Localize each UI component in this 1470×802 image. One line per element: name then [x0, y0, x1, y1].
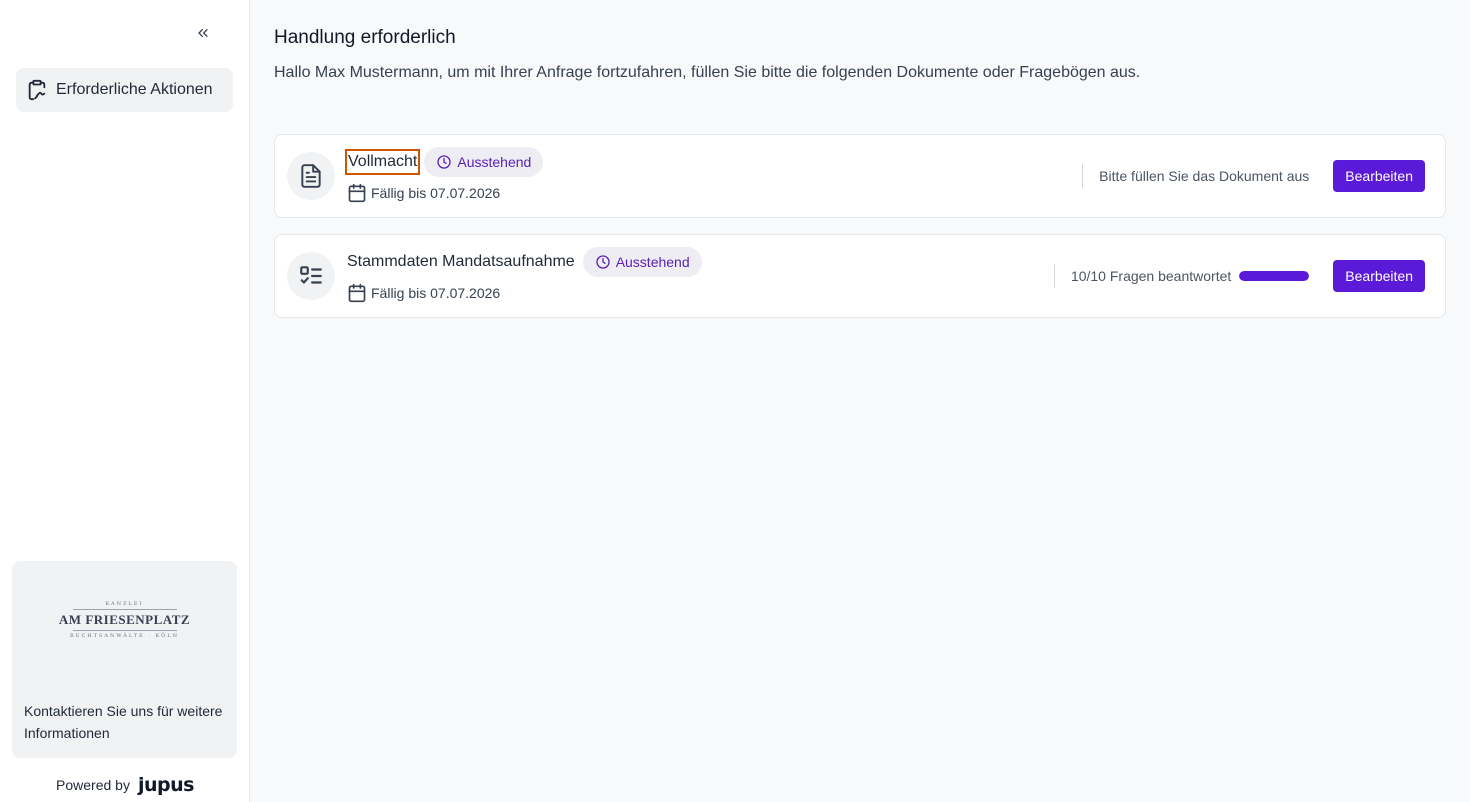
due-date-text: Fällig bis 07.07.2026	[371, 185, 501, 201]
status-badge-label: Ausstehend	[615, 254, 690, 270]
edit-button[interactable]: Bearbeiten	[1333, 160, 1425, 192]
due-date: Fällig bis 07.07.2026	[347, 283, 500, 303]
chevrons-left-icon	[198, 28, 208, 37]
edit-button[interactable]: Bearbeiten	[1333, 260, 1425, 292]
status-badge-label: Ausstehend	[457, 154, 532, 170]
powered-by-label: Powered by	[56, 777, 130, 793]
contact-text: Kontaktieren Sie uns für weitere Informa…	[24, 703, 223, 741]
clock-icon	[437, 155, 452, 169]
document-text-icon	[287, 152, 335, 200]
card-title[interactable]: Vollmacht	[344, 149, 421, 175]
progress-bar	[1239, 271, 1310, 281]
logo-rule	[72, 630, 177, 631]
logo-rule	[72, 609, 177, 610]
card-title[interactable]: Stammdaten Mandatsaufnahme	[347, 253, 575, 271]
sidebar-item-erforderliche-aktionen[interactable]: Erforderliche Aktionen	[16, 68, 233, 112]
jupus-logo[interactable]: jupus	[138, 774, 194, 796]
powered-by: Powered by jupus	[0, 774, 250, 796]
progress-bar-fill	[1239, 271, 1310, 281]
due-date: Fällig bis 07.07.2026	[347, 183, 500, 203]
clipboard-signature-icon	[28, 79, 46, 101]
sidebar-item-label: Erforderliche Aktionen	[56, 81, 213, 98]
status-badge: Ausstehend	[582, 247, 702, 277]
calendar-icon	[348, 183, 366, 203]
contact-card: KANZLEI AM FRIESENPLATZ RECHTSANWÄLTE · …	[12, 561, 237, 758]
page-title: Handlung erforderlich	[274, 27, 456, 48]
logo-bottom-text: RECHTSANWÄLTE · KÖLN	[70, 633, 179, 639]
checklist-icon	[287, 252, 335, 300]
collapse-sidebar-button[interactable]	[192, 22, 214, 44]
status-badge: Ausstehend	[424, 147, 544, 177]
firm-logo: KANZLEI AM FRIESENPLATZ RECHTSANWÄLTE · …	[12, 601, 237, 639]
progress-text: 10/10 Fragen beantwortet	[1070, 268, 1232, 284]
due-date-text: Fällig bis 07.07.2026	[371, 285, 501, 301]
progress: 10/10 Fragen beantwortet	[1070, 268, 1310, 284]
logo-top-text: KANZLEI	[105, 601, 144, 607]
logo-brand: AM FRIESENPLATZ	[58, 612, 191, 627]
divider	[1053, 264, 1055, 288]
divider	[1082, 164, 1084, 188]
sidebar: Erforderliche Aktionen KANZLEI AM FRIESE…	[0, 0, 250, 802]
clock-icon	[596, 255, 610, 269]
action-card-vollmacht: Vollmacht Ausstehend Fällig bis 07.07.20…	[274, 134, 1446, 218]
action-card-stammdaten: Stammdaten Mandatsaufnahme Ausstehend Fä…	[274, 234, 1446, 318]
page-subtitle: Hallo Max Mustermann, um mit Ihrer Anfra…	[274, 64, 1141, 81]
calendar-icon	[348, 283, 366, 303]
status-text: Bitte füllen Sie das Dokument aus	[1099, 168, 1310, 184]
